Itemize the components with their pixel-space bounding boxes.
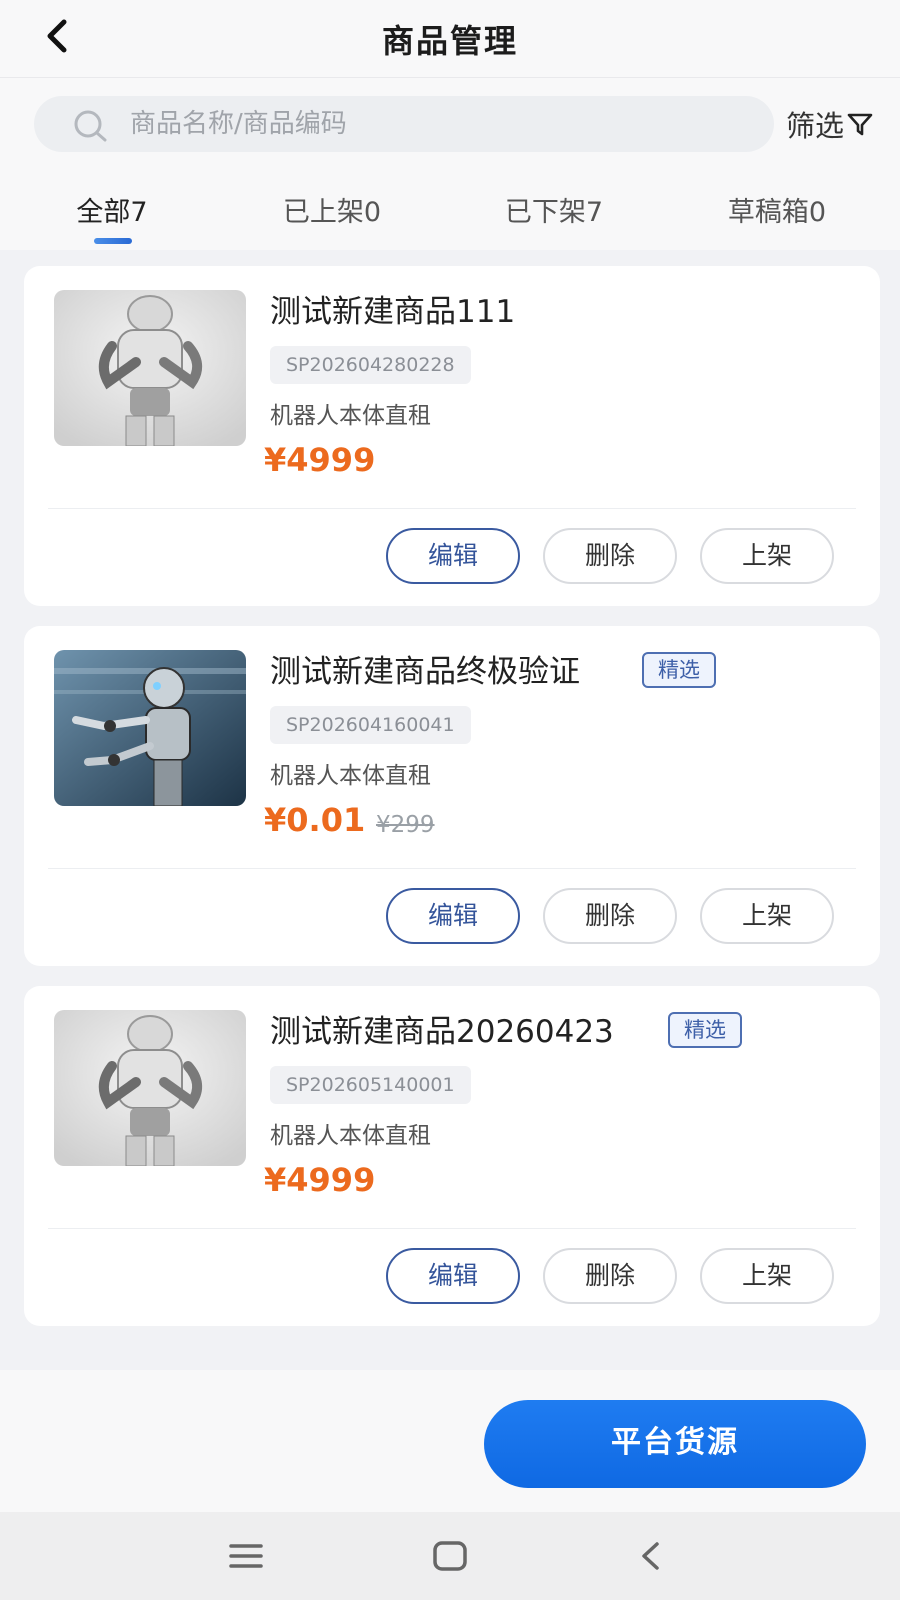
tab-all[interactable]: 全部7 bbox=[56, 190, 168, 230]
product-price: ¥4999 bbox=[264, 441, 376, 479]
edit-button[interactable]: 编辑 bbox=[386, 1248, 520, 1304]
card-divider bbox=[48, 868, 856, 869]
search-bar: 筛选 bbox=[0, 78, 900, 168]
system-nav-bar bbox=[0, 1512, 900, 1600]
edit-button[interactable]: 编辑 bbox=[386, 888, 520, 944]
tab-listed[interactable]: 已上架0 bbox=[262, 190, 402, 230]
platform-supply-button[interactable]: 平台货源 bbox=[484, 1400, 866, 1488]
product-category: 机器人本体直租 bbox=[270, 1123, 431, 1149]
status-tabs: 全部7 已上架0 已下架7 草稿箱0 bbox=[0, 168, 900, 250]
product-name: 测试新建商品终极验证 bbox=[270, 654, 580, 690]
home-square-icon bbox=[433, 1541, 467, 1571]
delete-button[interactable]: 删除 bbox=[543, 888, 677, 944]
robot-lab-icon bbox=[54, 650, 246, 806]
product-card[interactable]: 测试新建商品111 SP202604280228 机器人本体直租 ¥4999 编… bbox=[24, 266, 880, 606]
product-category: 机器人本体直租 bbox=[270, 403, 431, 429]
tab-delisted[interactable]: 已下架7 bbox=[484, 190, 624, 230]
back-nav-button[interactable] bbox=[628, 1534, 672, 1578]
original-price: ¥299 bbox=[376, 812, 435, 838]
product-category: 机器人本体直租 bbox=[270, 763, 431, 789]
card-divider bbox=[48, 508, 856, 509]
page-title: 商品管理 bbox=[381, 22, 518, 60]
product-list: 测试新建商品111 SP202604280228 机器人本体直租 ¥4999 编… bbox=[0, 250, 900, 1370]
product-price: ¥4999 bbox=[264, 1161, 376, 1199]
header-bar: 商品管理 bbox=[0, 0, 900, 78]
filter-label: 筛选 bbox=[786, 109, 845, 143]
featured-badge: 精选 bbox=[642, 652, 716, 688]
search-input[interactable] bbox=[130, 104, 730, 144]
featured-badge: 精选 bbox=[668, 1012, 742, 1048]
robot-gray-icon bbox=[54, 1010, 246, 1166]
home-nav-button[interactable] bbox=[428, 1534, 472, 1578]
product-name: 测试新建商品20260423 bbox=[270, 1014, 614, 1050]
product-code: SP202604160041 bbox=[270, 706, 471, 744]
back-arrow-icon bbox=[642, 1542, 659, 1570]
list-on-shelf-button[interactable]: 上架 bbox=[700, 1248, 834, 1304]
search-icon bbox=[74, 110, 107, 142]
product-card[interactable]: 测试新建商品20260423 精选 SP202605140001 机器人本体直租… bbox=[24, 986, 880, 1326]
bottom-action-bar: 平台货源 bbox=[0, 1370, 900, 1512]
edit-button[interactable]: 编辑 bbox=[386, 528, 520, 584]
product-image bbox=[54, 290, 246, 446]
delete-button[interactable]: 删除 bbox=[543, 1248, 677, 1304]
tab-drafts[interactable]: 草稿箱0 bbox=[702, 190, 852, 230]
product-image bbox=[54, 650, 246, 806]
product-code: SP202605140001 bbox=[270, 1066, 471, 1104]
product-code: SP202604280228 bbox=[270, 346, 471, 384]
list-on-shelf-button[interactable]: 上架 bbox=[700, 888, 834, 944]
menu-icon bbox=[229, 1544, 263, 1568]
filter-funnel-icon bbox=[847, 113, 873, 136]
search-box[interactable] bbox=[34, 96, 774, 152]
filter-button[interactable]: 筛选 bbox=[786, 102, 898, 146]
menu-nav-button[interactable] bbox=[224, 1534, 268, 1578]
active-tab-indicator bbox=[94, 238, 132, 244]
list-on-shelf-button[interactable]: 上架 bbox=[700, 528, 834, 584]
product-card[interactable]: 测试新建商品终极验证 精选 SP202604160041 机器人本体直租 ¥0.… bbox=[24, 626, 880, 966]
product-name: 测试新建商品111 bbox=[270, 294, 516, 330]
product-image bbox=[54, 1010, 246, 1166]
product-price: ¥0.01 bbox=[264, 801, 366, 839]
delete-button[interactable]: 删除 bbox=[543, 528, 677, 584]
card-divider bbox=[48, 1228, 856, 1229]
robot-gray-icon bbox=[54, 290, 246, 446]
